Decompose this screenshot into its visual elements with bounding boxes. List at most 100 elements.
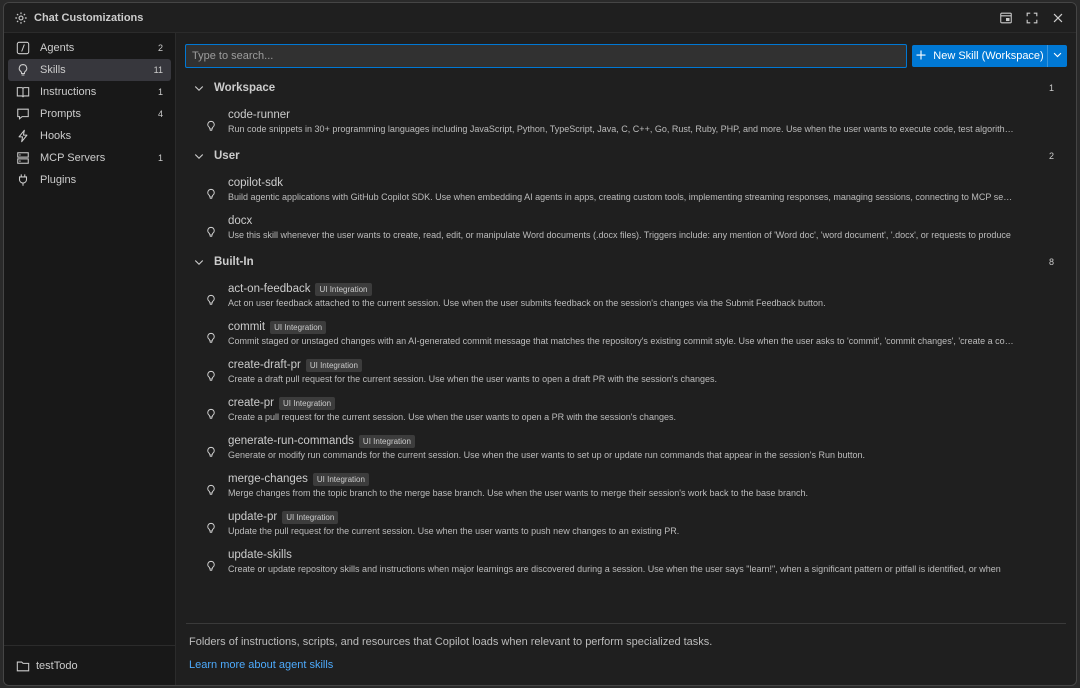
skill-name: update-skills bbox=[228, 549, 292, 561]
sidebar-item-mcp-servers[interactable]: MCP Servers 1 bbox=[8, 147, 171, 169]
sidebar-item-label: Plugins bbox=[40, 174, 77, 186]
skill-name: commit bbox=[228, 321, 266, 333]
skill-name: create-draft-pr bbox=[228, 359, 301, 371]
sidebar-item-count: 11 bbox=[153, 65, 163, 75]
lightbulb-icon bbox=[205, 392, 219, 430]
skill-name: docx bbox=[228, 215, 253, 227]
lightbulb-icon bbox=[205, 354, 219, 392]
plus-icon bbox=[915, 49, 927, 64]
skill-description: Create a pull request for the current se… bbox=[228, 412, 676, 422]
section-count: 8 bbox=[1048, 257, 1054, 267]
section-title: Workspace bbox=[214, 82, 276, 94]
sidebar-item-count: 1 bbox=[157, 153, 163, 163]
skill-item[interactable]: code-runner Run code snippets in 30+ prog… bbox=[176, 104, 1076, 142]
chevron-down-icon bbox=[1052, 49, 1063, 63]
agents-icon bbox=[16, 41, 30, 55]
workspace-folder[interactable]: testTodo bbox=[4, 645, 175, 685]
sidebar-item-plugins[interactable]: Plugins bbox=[8, 169, 171, 191]
lightbulb-icon bbox=[205, 104, 219, 142]
sidebar-item-instructions[interactable]: Instructions 1 bbox=[8, 81, 171, 103]
skill-item[interactable]: act-on-feedback UI Integration Act on user… bbox=[176, 278, 1076, 316]
lightbulb-icon bbox=[205, 506, 219, 544]
lightbulb-icon bbox=[205, 278, 219, 316]
lightbulb-icon bbox=[205, 210, 219, 248]
chevron-down-icon bbox=[193, 150, 205, 162]
main-panel: New Skill (Workspace) Workspace 1 code-run… bbox=[176, 33, 1076, 685]
lightbulb-icon bbox=[205, 172, 219, 210]
folder-icon bbox=[16, 659, 30, 673]
skill-name: update-pr bbox=[228, 511, 278, 523]
footer-description: Folders of instructions, scripts, and re… bbox=[189, 636, 713, 648]
new-skill-label: New Skill (Workspace) bbox=[933, 50, 1044, 62]
skill-name: act-on-feedback bbox=[228, 283, 311, 295]
close-icon[interactable] bbox=[1050, 10, 1066, 26]
skill-item[interactable]: docx Use this skill whenever the user wan… bbox=[176, 210, 1076, 248]
skill-description: Update the pull request for the current … bbox=[228, 526, 680, 536]
skill-item[interactable]: create-draft-pr UI Integration Create a dr… bbox=[176, 354, 1076, 392]
skill-item[interactable]: generate-run-commands UI Integration Gener… bbox=[176, 430, 1076, 468]
skill-item[interactable]: update-pr UI Integration Update the pull r… bbox=[176, 506, 1076, 544]
skill-description: Create a draft pull request for the curr… bbox=[228, 374, 717, 384]
new-skill-dropdown[interactable] bbox=[1047, 45, 1067, 67]
workspace-folder-label: testTodo bbox=[36, 659, 78, 672]
ui-integration-badge: UI Integration bbox=[315, 282, 372, 296]
ui-integration-badge: UI Integration bbox=[279, 396, 336, 410]
chat-customizations-window: Chat Customizations Agents 2 Skills 11 I… bbox=[3, 2, 1077, 686]
skill-item[interactable]: commit UI Integration Commit staged or uns… bbox=[176, 316, 1076, 354]
book-icon bbox=[16, 85, 30, 99]
ui-integration-badge: UI Integration bbox=[358, 434, 415, 448]
section-header-built-in[interactable]: Built-In 8 bbox=[176, 248, 1076, 276]
skill-item[interactable]: merge-changes UI Integration Merge changes… bbox=[176, 468, 1076, 506]
skill-description: Build agentic applications with GitHub C… bbox=[228, 192, 1014, 202]
sidebar-item-count: 1 bbox=[157, 87, 163, 97]
sidebar-item-skills[interactable]: Skills 11 bbox=[8, 59, 171, 81]
section-title: Built-In bbox=[214, 256, 254, 268]
skill-name: merge-changes bbox=[228, 473, 308, 485]
skill-name: generate-run-commands bbox=[228, 435, 354, 447]
lightbulb-icon bbox=[205, 316, 219, 354]
sidebar-item-agents[interactable]: Agents 2 bbox=[8, 37, 171, 59]
skill-item[interactable]: create-pr UI Integration Create a pull req… bbox=[176, 392, 1076, 430]
sidebar-item-prompts[interactable]: Prompts 4 bbox=[8, 103, 171, 125]
skill-description: Use this skill whenever the user wants t… bbox=[228, 230, 1011, 240]
sidebar-item-label: Instructions bbox=[40, 86, 97, 98]
sidebar-item-label: Hooks bbox=[40, 130, 72, 142]
lightbulb-icon bbox=[16, 63, 30, 77]
skill-description: Generate or modify run commands for the … bbox=[228, 450, 866, 460]
new-skill-button[interactable]: New Skill (Workspace) bbox=[912, 45, 1067, 67]
skill-name: code-runner bbox=[228, 109, 291, 121]
section-header-user[interactable]: User 2 bbox=[176, 142, 1076, 170]
skill-description: Merge changes from the topic branch to t… bbox=[228, 488, 809, 498]
skill-item[interactable]: copilot-sdk Build agentic applications wi… bbox=[176, 172, 1076, 210]
search-input[interactable] bbox=[185, 44, 907, 68]
skill-description: Act on user feedback attached to the cur… bbox=[228, 298, 826, 308]
skill-item[interactable]: update-skills Create or update repository… bbox=[176, 544, 1076, 582]
skill-description: Run code snippets in 30+ programming lan… bbox=[228, 124, 1014, 134]
section-count: 2 bbox=[1048, 151, 1054, 161]
gear-icon bbox=[14, 11, 28, 25]
skill-description: Create or update repository skills and i… bbox=[228, 564, 1001, 574]
window-title: Chat Customizations bbox=[34, 11, 144, 24]
skill-description: Commit staged or unstaged changes with a… bbox=[228, 336, 1014, 346]
section-header-workspace[interactable]: Workspace 1 bbox=[176, 74, 1076, 102]
maximize-icon[interactable] bbox=[1024, 10, 1040, 26]
chat-icon bbox=[16, 107, 30, 121]
ui-integration-badge: UI Integration bbox=[282, 510, 339, 524]
ui-integration-badge: UI Integration bbox=[312, 472, 369, 486]
sidebar: Agents 2 Skills 11 Instructions 1 Prompt… bbox=[4, 33, 176, 685]
open-in-editor-icon[interactable] bbox=[998, 10, 1014, 26]
ui-integration-badge: UI Integration bbox=[270, 320, 327, 334]
learn-more-link[interactable]: Learn more about agent skills bbox=[189, 659, 333, 671]
server-icon bbox=[16, 151, 30, 165]
section-title: User bbox=[214, 150, 240, 162]
chevron-down-icon bbox=[193, 82, 205, 94]
lightbulb-icon bbox=[205, 544, 219, 582]
sidebar-item-label: Prompts bbox=[40, 108, 81, 120]
sidebar-item-hooks[interactable]: Hooks bbox=[8, 125, 171, 147]
lightbulb-icon bbox=[205, 468, 219, 506]
skill-name: copilot-sdk bbox=[228, 177, 283, 189]
sidebar-item-label: MCP Servers bbox=[40, 152, 106, 164]
panel-footer: Folders of instructions, scripts, and re… bbox=[186, 623, 1066, 685]
sidebar-item-count: 4 bbox=[157, 109, 163, 119]
chevron-down-icon bbox=[193, 256, 205, 268]
